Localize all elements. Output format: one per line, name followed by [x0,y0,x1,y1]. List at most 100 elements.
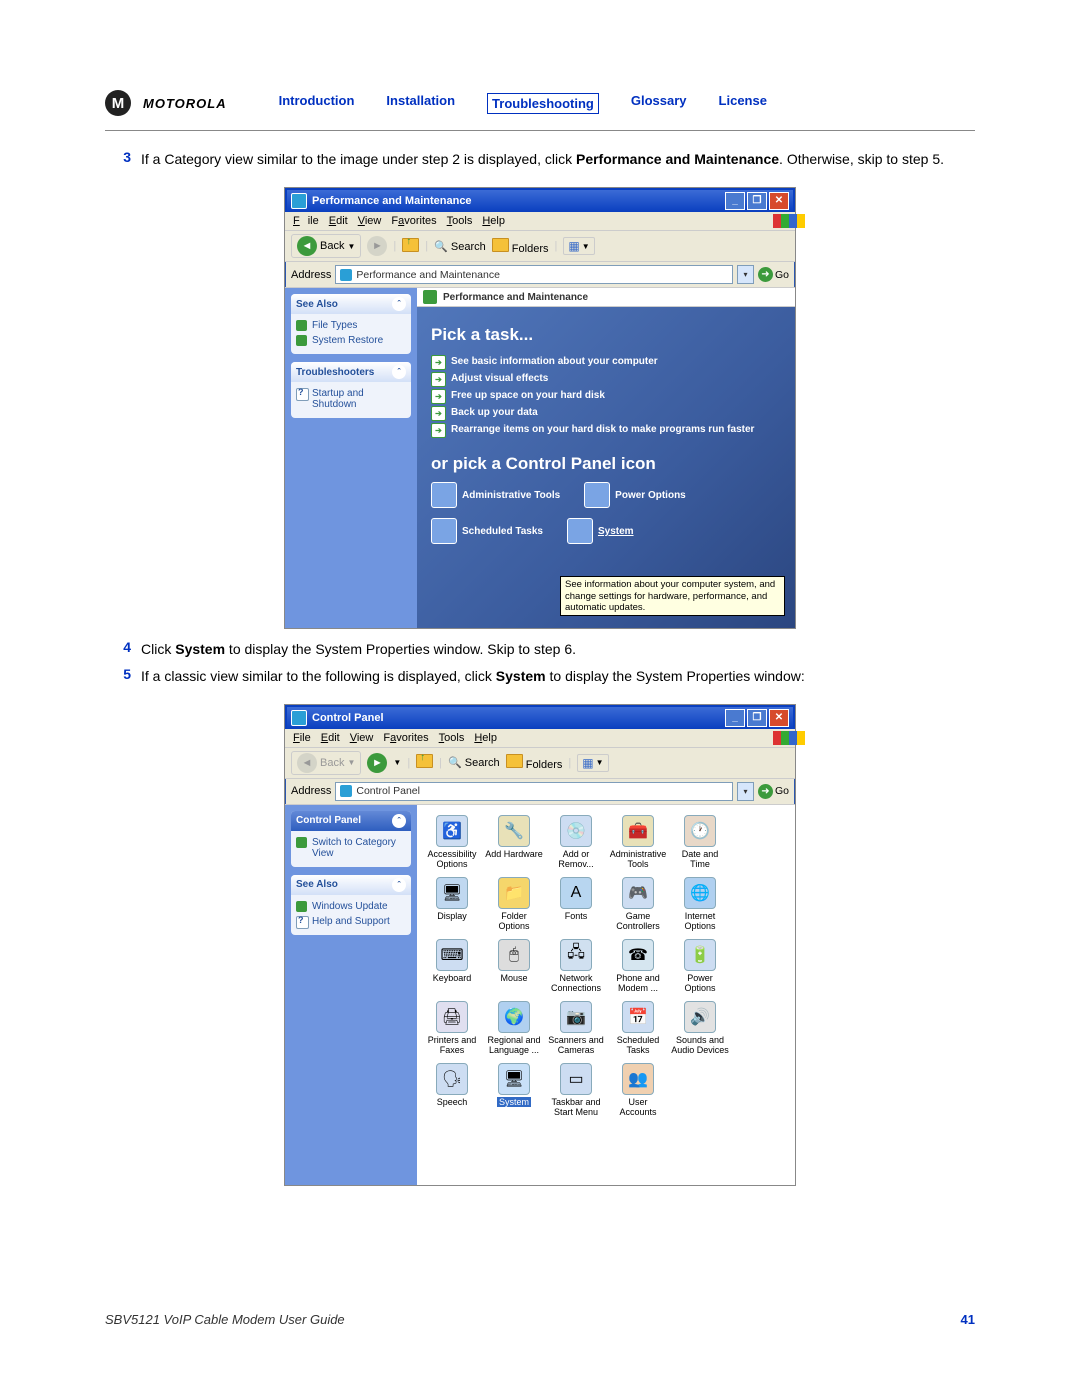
task-rearrange[interactable]: Rearrange items on your hard disk to mak… [431,421,781,438]
cp-system[interactable]: 🖥System [485,1063,543,1117]
cp-keyboard[interactable]: ⌨Keyboard [423,939,481,993]
game-controllers-icon: 🎮 [622,877,654,909]
cp-phone-modem[interactable]: ☎Phone and Modem ... [609,939,667,993]
cp-scheduled-tasks[interactable]: Scheduled Tasks [431,518,543,544]
cp-date-time[interactable]: 🕐Date and Time [671,815,729,869]
task-back-up[interactable]: Back up your data [431,404,781,421]
cp-add-remove[interactable]: 💿Add or Remov... [547,815,605,869]
cp-scheduled-tasks[interactable]: 📅Scheduled Tasks [609,1001,667,1055]
address-dropdown[interactable]: ▾ [737,265,754,284]
up-button[interactable]: ↑ [402,238,419,255]
address-input[interactable]: Performance and Maintenance [335,265,733,284]
go-button[interactable]: ➜Go [758,267,789,282]
cp-speech[interactable]: 🗣Speech [423,1063,481,1117]
menu-favorites[interactable]: Favorites [379,731,432,745]
cp-game[interactable]: 🎮Game Controllers [609,877,667,931]
address-dropdown[interactable]: ▾ [737,782,754,801]
side-link-file-types[interactable]: File Types [296,318,406,333]
collapse-icon[interactable]: ˆ [392,878,406,892]
side-link-windows-update[interactable]: Windows Update [296,899,406,914]
close-button[interactable]: ✕ [769,192,789,210]
menu-file[interactable]: File [289,214,323,228]
cp-scanners[interactable]: 📷Scanners and Cameras [547,1001,605,1055]
cp-mouse[interactable]: 🖱Mouse [485,939,543,993]
menu-tools[interactable]: Tools [443,214,477,228]
folders-button[interactable]: Folders [492,238,549,255]
cp-admin-tools[interactable]: 🧰Administrative Tools [609,815,667,869]
sounds-icon: 🔊 [684,1001,716,1033]
menu-favorites[interactable]: Favorites [387,214,440,228]
task-list: See basic information about your compute… [431,353,781,438]
collapse-icon[interactable]: ˆ [392,297,406,311]
menu-tools[interactable]: Tools [435,731,469,745]
nav-installation[interactable]: Installation [386,93,455,114]
nav-glossary[interactable]: Glossary [631,93,687,114]
maximize-button[interactable]: ❐ [747,192,767,210]
minimize-button[interactable]: _ [725,192,745,210]
task-see-info[interactable]: See basic information about your compute… [431,353,781,370]
system-icon: 🖥 [498,1063,530,1095]
nav-troubleshooting[interactable]: Troubleshooting [487,93,599,114]
search-button[interactable]: 🔍 Search [434,240,486,253]
task-visual-effects[interactable]: Adjust visual effects [431,370,781,387]
icons-grid: ♿Accessibility Options 🔧Add Hardware 💿Ad… [417,805,795,1185]
cp-network[interactable]: 🖧Network Connections [547,939,605,993]
cp-folder-options[interactable]: 📁Folder Options [485,877,543,931]
cp-add-hardware[interactable]: 🔧Add Hardware [485,815,543,869]
motorola-logo-icon: M [105,90,131,116]
cp-printers[interactable]: 🖨Printers and Faxes [423,1001,481,1055]
see-also-title: See Also [296,879,338,890]
cp-admin-tools[interactable]: Administrative Tools [431,482,560,508]
search-button[interactable]: 🔍 Search [448,756,500,769]
task-free-space[interactable]: Free up space on your hard disk [431,387,781,404]
cp-power-options[interactable]: Power Options [584,482,686,508]
menu-file[interactable]: File [289,731,315,745]
address-input[interactable]: Control Panel [335,782,733,801]
cp-fonts[interactable]: AFonts [547,877,605,931]
cp-regional[interactable]: 🌍Regional and Language ... [485,1001,543,1055]
folders-button[interactable]: Folders [506,754,563,771]
menu-view[interactable]: View [346,731,378,745]
go-button[interactable]: ➜Go [758,784,789,799]
step-4: 4 Click System to display the System Pro… [105,639,975,659]
titlebar[interactable]: Performance and Maintenance _ ❐ ✕ [285,188,795,212]
back-button[interactable]: ◄Back▼ [291,234,361,258]
side-link-help-support[interactable]: Help and Support [296,914,406,929]
collapse-icon[interactable]: ˆ [392,814,406,828]
cp-system[interactable]: System [567,518,634,544]
window-title: Performance and Maintenance [312,195,472,207]
nav-introduction[interactable]: Introduction [279,93,355,114]
menu-view[interactable]: View [354,214,386,228]
switch-category-view[interactable]: Switch to Category View [296,835,406,861]
cp-taskbar[interactable]: ▭Taskbar and Start Menu [547,1063,605,1117]
close-button[interactable]: ✕ [769,709,789,727]
menu-help[interactable]: Help [470,731,501,745]
menu-edit[interactable]: Edit [325,214,352,228]
menubar: File Edit View Favorites Tools Help [285,212,795,231]
category-icon [423,290,437,304]
maximize-button[interactable]: ❐ [747,709,767,727]
cp-accessibility[interactable]: ♿Accessibility Options [423,815,481,869]
scheduled-tasks-icon: 📅 [622,1001,654,1033]
up-button[interactable]: ↑ [416,754,433,771]
cp-sounds[interactable]: 🔊Sounds and Audio Devices [671,1001,729,1055]
side-link-system-restore[interactable]: System Restore [296,333,406,348]
cp-user-accounts[interactable]: 👥User Accounts [609,1063,667,1117]
forward-button[interactable]: ► [367,753,387,773]
cp-display[interactable]: 🖥Display [423,877,481,931]
admin-tools-icon [431,482,457,508]
side-link-startup-shutdown[interactable]: Startup and Shutdown [296,386,406,412]
cp-internet[interactable]: 🌐Internet Options [671,877,729,931]
views-button[interactable]: ▦▼ [577,754,608,772]
views-button[interactable]: ▦▼ [563,237,594,255]
menu-edit[interactable]: Edit [317,731,344,745]
collapse-icon[interactable]: ˆ [392,365,406,379]
titlebar[interactable]: Control Panel _ ❐ ✕ [285,705,795,729]
cp-power-options[interactable]: 🔋Power Options [671,939,729,993]
header-divider [105,130,975,131]
minimize-button[interactable]: _ [725,709,745,727]
cp-icon-row: Administrative Tools Power Options [431,482,781,508]
nav-license[interactable]: License [719,93,767,114]
keyboard-icon: ⌨ [436,939,468,971]
menu-help[interactable]: Help [478,214,509,228]
